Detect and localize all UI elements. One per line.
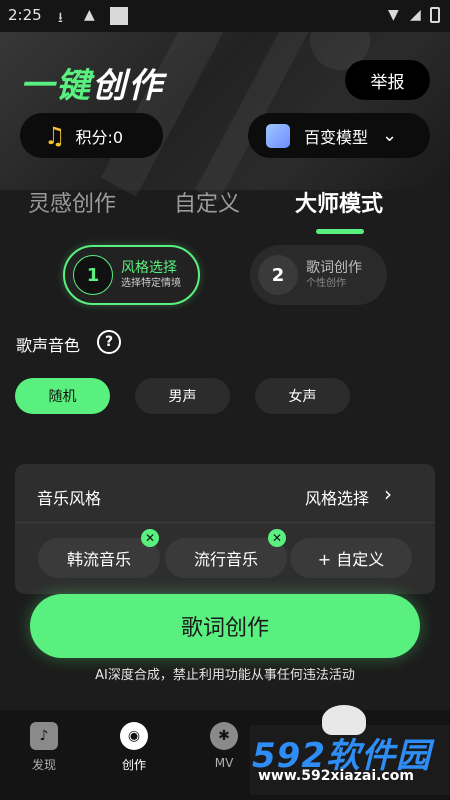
voice-option-random[interactable]: 随机 [15, 378, 110, 414]
points-label: 积分:0 [75, 127, 124, 147]
step-number: 1 [73, 255, 113, 295]
notification-icon: ▲ [84, 7, 95, 23]
style-tag[interactable]: 韩流音乐 [38, 538, 160, 578]
status-time: 2:25 [8, 6, 42, 24]
download-icon: ⭳ [58, 10, 63, 26]
model-selector[interactable]: 百变模型 ⌄ [248, 113, 430, 158]
disclaimer-text: AI深度合成，禁止利用功能从事任何违法活动 [95, 668, 355, 683]
step-number: 2 [258, 255, 298, 295]
step-style-select[interactable]: 1 风格选择 选择特定情境 [63, 245, 200, 305]
help-icon[interactable]: ? [97, 330, 121, 354]
battery-icon [430, 7, 440, 23]
wifi-icon: ▼ [388, 7, 399, 23]
voice-label: 歌声音色 [16, 336, 81, 355]
style-tag[interactable]: 流行音乐 [165, 538, 287, 578]
chevron-down-icon: ⌄ [382, 125, 398, 146]
add-custom-style-button[interactable]: + 自定义 [290, 538, 412, 578]
music-note-icon: ♫ [44, 121, 66, 150]
cube-icon [266, 123, 290, 148]
app-title: 一键创作 [20, 66, 164, 106]
model-label: 百变模型 [304, 127, 369, 147]
voice-option-female[interactable]: 女声 [255, 378, 350, 414]
watermark-url: www.592xiazai.com [258, 768, 414, 784]
nav-create[interactable]: ◉ 创作 [104, 722, 164, 773]
disc-icon: ◉ [120, 722, 148, 750]
music-style-label: 音乐风格 [37, 489, 102, 508]
music-box-icon: ♪ [30, 722, 58, 750]
divider [15, 522, 435, 523]
step-subtitle: 个性创作 [306, 278, 346, 289]
points-pill[interactable]: ♫ 积分:0 [20, 113, 163, 158]
voice-option-male[interactable]: 男声 [135, 378, 230, 414]
step-subtitle: 选择特定情境 [121, 278, 181, 289]
nav-discover[interactable]: ♪ 发现 [14, 722, 74, 773]
tab-inspiration[interactable]: 灵感创作 [28, 186, 116, 218]
signal-icon: ◢ [410, 7, 421, 23]
remove-tag-icon[interactable]: ✕ [268, 529, 286, 547]
app-notification-icon [110, 7, 128, 25]
nav-mv[interactable]: ✱ MV [194, 722, 254, 770]
film-reel-icon: ✱ [210, 722, 238, 750]
tab-master[interactable]: 大师模式 [295, 186, 383, 218]
chevron-right-icon[interactable]: › [384, 482, 392, 506]
lyrics-create-button[interactable]: 歌词创作 [30, 594, 420, 658]
tab-custom[interactable]: 自定义 [174, 186, 240, 218]
step-title: 风格选择 [121, 260, 177, 276]
report-button[interactable]: 举报 [345, 60, 430, 100]
tab-underline [316, 229, 364, 234]
remove-tag-icon[interactable]: ✕ [141, 529, 159, 547]
style-select-link[interactable]: 风格选择 [305, 485, 369, 509]
step-title: 歌词创作 [306, 260, 362, 276]
step-lyrics-create[interactable]: 2 歌词创作 个性创作 [250, 245, 387, 305]
